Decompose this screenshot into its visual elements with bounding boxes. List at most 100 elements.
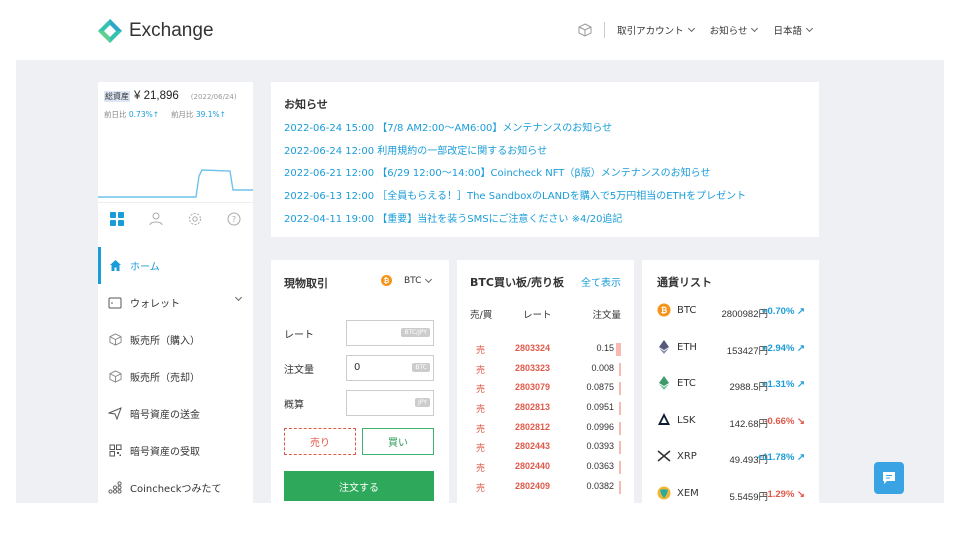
- wallet-icon: [108, 296, 122, 310]
- tab-settings[interactable]: [185, 209, 205, 229]
- quantity-label: 注文量: [284, 365, 314, 376]
- nav-notices[interactable]: お知らせ: [710, 23, 759, 37]
- chevron-down-icon: [687, 24, 695, 33]
- currency-row[interactable]: ₿ BTC 2800982円 +0.70% ↗: [642, 293, 819, 330]
- order-side: 売: [476, 464, 486, 475]
- rate-input[interactable]: BTC/JPY: [346, 320, 434, 346]
- currency-row[interactable]: XRP 49.493円 +11.78% ↗: [642, 439, 819, 476]
- order-book-row[interactable]: 売 2803323 0.008: [457, 360, 634, 380]
- order-book-row[interactable]: 売 2803079 0.0875: [457, 379, 634, 399]
- sidebar-item-label: Coincheckつみたて: [130, 484, 222, 495]
- sidebar-item-home[interactable]: ホーム: [98, 247, 253, 284]
- order-depth-bar: [619, 402, 621, 416]
- notice-link[interactable]: 2022-04-11 19:00 【重要】当社を装うSMSにご注意ください ※4…: [284, 210, 746, 233]
- approx-unit-badge: JPY: [415, 398, 430, 407]
- etc-icon: [657, 376, 671, 390]
- nav-language[interactable]: 日本語: [773, 23, 814, 37]
- help-icon: ?: [227, 212, 241, 225]
- sidebar-item-label: 販売所（売却）: [130, 373, 200, 384]
- currency-symbol: LSK: [677, 414, 696, 426]
- coin-selector[interactable]: ₿ BTC: [381, 275, 433, 286]
- currency-symbol: BTC: [677, 305, 697, 316]
- sidebar-item-label: ホーム: [130, 262, 160, 273]
- currency-row[interactable]: XEM 5.5459円 -1.29% ↘: [642, 476, 819, 504]
- home-icon: [108, 259, 122, 273]
- rate-unit-badge: BTC/JPY: [401, 328, 430, 337]
- order-book-row[interactable]: 売 2802440 0.0363: [457, 458, 634, 478]
- tab-account[interactable]: [146, 209, 166, 229]
- order-book-row[interactable]: 売 2802812 0.0996: [457, 419, 634, 439]
- currency-change: -1.29% ↘: [764, 488, 805, 500]
- chevron-down-icon: [805, 24, 814, 33]
- sidebar-tabs: ?: [98, 202, 253, 234]
- gear-icon: [188, 212, 201, 225]
- sidebar-item-label: 販売所（購入）: [130, 336, 200, 347]
- currency-change: +11.78% ↗: [757, 452, 805, 463]
- quantity-input[interactable]: 0 BTC: [346, 355, 434, 381]
- qr-code-icon: [108, 444, 122, 458]
- order-side: 売: [476, 405, 486, 416]
- order-side: 売: [476, 365, 486, 376]
- order-side: 売: [476, 346, 486, 356]
- sell-button[interactable]: 売り: [284, 428, 356, 455]
- nav-trade-account[interactable]: 取引アカウント: [617, 23, 695, 37]
- approx-label: 概算: [284, 400, 304, 411]
- place-order-button[interactable]: 注文する: [284, 471, 434, 501]
- user-icon: [149, 212, 163, 225]
- order-qty: 0.15: [596, 343, 614, 353]
- currency-symbol: XRP: [677, 451, 697, 462]
- nav-language-label: 日本語: [773, 26, 802, 37]
- svg-text:?: ?: [232, 215, 236, 224]
- main-content: 総資産 ¥ 21,896 (2022/06/24) 前日比 0.73%↑ 前月比…: [16, 60, 944, 503]
- header-divider: [604, 22, 606, 38]
- order-depth-bar: [616, 343, 621, 356]
- order-side: 売: [476, 483, 486, 494]
- show-all-link[interactable]: 全て表示: [581, 274, 621, 289]
- day-change-label: 前日比: [104, 110, 127, 119]
- order-book-rows: 売 2803324 0.15 売 2803323 0.008 売 2803079 0.0875 売…: [457, 340, 634, 498]
- tab-help[interactable]: ?: [224, 209, 244, 229]
- order-qty: 0.0363: [586, 461, 614, 472]
- sidebar-menu: ホーム ウォレット 販売所（購入） 販売所（売却） 暗号資産の送金 暗号資産の受…: [98, 247, 253, 503]
- notice-link[interactable]: 2022-06-24 12:00 利用規約の一部改定に関するお知らせ: [284, 142, 746, 165]
- currency-symbol: ETC: [677, 378, 696, 389]
- order-rate: 2802409: [515, 480, 551, 491]
- logo-text: Exchange: [129, 20, 214, 41]
- spot-trade-card: 現物取引 ₿ BTC レート BTC/JPY 注文量 0 BTC 概算 JPY …: [271, 260, 449, 503]
- order-depth-bar: [619, 421, 621, 435]
- order-book-row[interactable]: 売 2802813 0.0951: [457, 399, 634, 419]
- currency-row[interactable]: ETC 2988.5円 +1.31% ↗: [642, 366, 819, 403]
- sidebar-item-label: 暗号資産の受取: [130, 447, 200, 458]
- buy-button[interactable]: 買い: [362, 428, 434, 455]
- tab-dashboard[interactable]: [107, 209, 127, 229]
- month-change-value: 39.1%↑: [195, 110, 226, 119]
- quantity-value: 0: [354, 362, 361, 373]
- sidebar-item-tsumitate[interactable]: Coincheckつみたて: [98, 469, 253, 503]
- approx-input[interactable]: JPY: [346, 390, 434, 416]
- order-book-row[interactable]: 売 2802409 0.0382: [457, 478, 634, 498]
- currency-row[interactable]: ETH 153427円 +2.94% ↗: [642, 330, 819, 367]
- sidebar-item-send[interactable]: 暗号資産の送金: [98, 395, 253, 432]
- order-rate: 2802443: [515, 441, 551, 452]
- sidebar-item-label: 暗号資産の送金: [130, 410, 200, 421]
- currency-change: +0.70% ↗: [761, 306, 805, 317]
- order-side: 売: [476, 444, 486, 455]
- sidebar-item-receive[interactable]: 暗号資産の受取: [98, 432, 253, 469]
- notice-link[interactable]: 2022-06-13 12:00 ［全員もらえる！］The SandboxのLA…: [284, 187, 746, 210]
- cube-icon[interactable]: [578, 23, 592, 37]
- sidebar-item-buy[interactable]: 販売所（購入）: [98, 321, 253, 358]
- chat-button[interactable]: [874, 462, 904, 494]
- page: Exchange 取引アカウント お知らせ 日本語 総資産 ¥ 21,896 (…: [0, 0, 960, 540]
- sidebar-item-wallet[interactable]: ウォレット: [98, 284, 253, 321]
- logo[interactable]: Exchange: [97, 18, 214, 44]
- notice-link[interactable]: 2022-06-24 15:00 【7/8 AM2:00〜AM6:00】メンテナ…: [284, 119, 746, 142]
- chevron-down-icon: [234, 293, 243, 302]
- order-rate: 2803324: [515, 343, 551, 353]
- currency-list-card: 通貨リスト ₿ BTC 2800982円 +0.70% ↗ ETH 153427円 +2.9…: [642, 260, 819, 503]
- sidebar-item-sell[interactable]: 販売所（売却）: [98, 358, 253, 395]
- order-book-row[interactable]: 売 2802443 0.0393: [457, 438, 634, 458]
- currency-row[interactable]: LSK 142.68円 -0.66% ↘: [642, 403, 819, 440]
- order-book-row[interactable]: 売 2803324 0.15: [457, 340, 634, 360]
- coin-selector-label: BTC: [404, 275, 422, 286]
- notice-link[interactable]: 2022-06-21 12:00 【6/29 12:00〜14:00】Coinc…: [284, 164, 746, 187]
